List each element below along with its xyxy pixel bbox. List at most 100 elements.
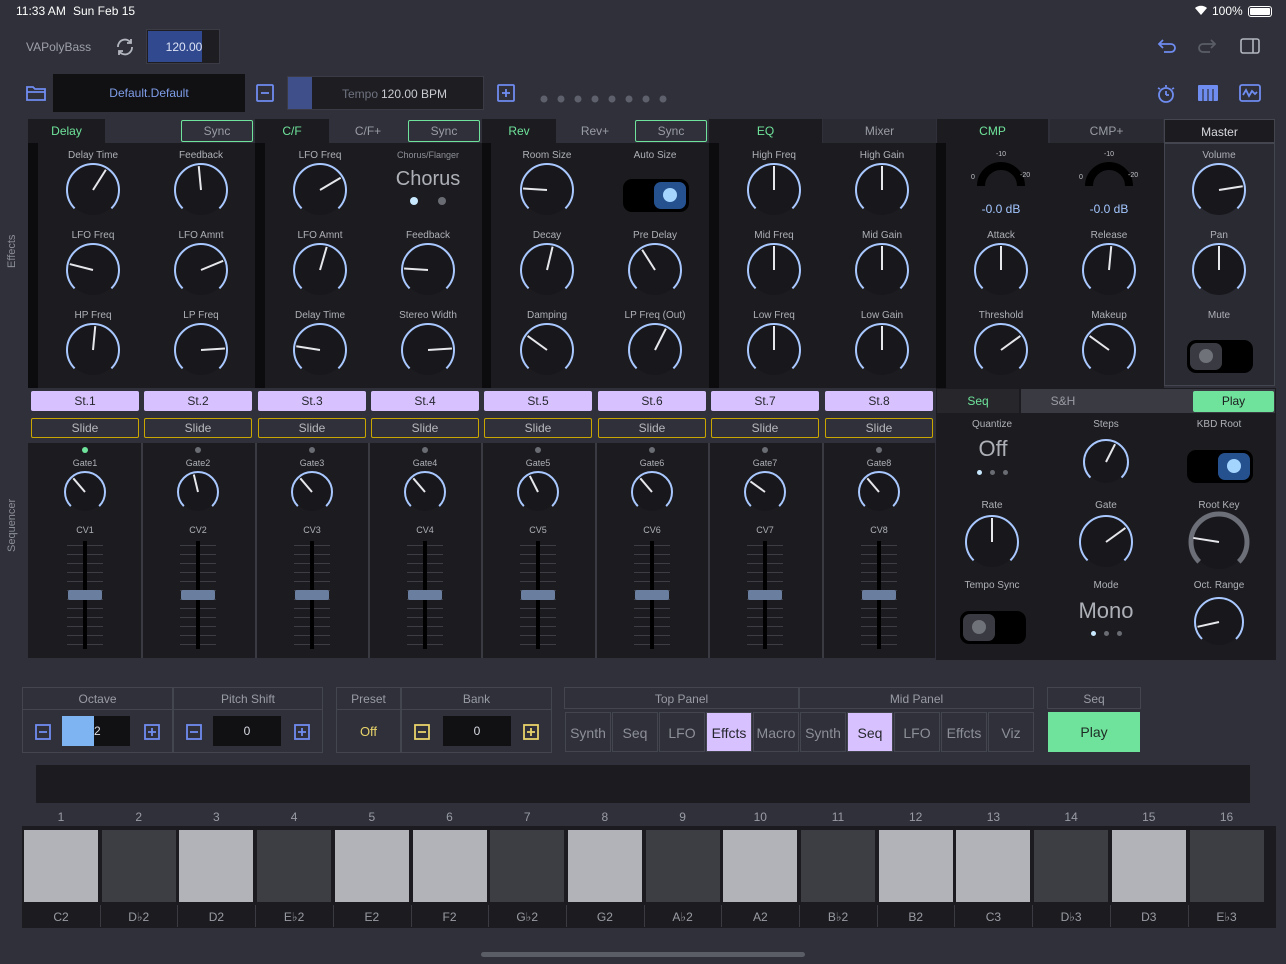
cv-fader-thumb[interactable] <box>521 590 555 600</box>
mid-gain-knob[interactable] <box>852 240 912 300</box>
seq-play-button[interactable]: Play <box>1193 391 1274 412</box>
folder-icon[interactable] <box>25 84 47 107</box>
pre-delay-knob[interactable] <box>625 240 685 300</box>
auto-size-toggle[interactable] <box>623 179 689 212</box>
quantize-dot-1[interactable] <box>977 470 982 475</box>
cv-fader-thumb[interactable] <box>635 590 669 600</box>
high-freq-knob[interactable] <box>744 160 804 220</box>
cv-fader-thumb[interactable] <box>748 590 782 600</box>
high-gain-knob[interactable] <box>852 160 912 220</box>
piano-key[interactable] <box>956 830 1031 902</box>
tempo-field[interactable]: 120.00 <box>146 29 220 64</box>
hp-freq-knob[interactable] <box>63 320 123 380</box>
piano-key[interactable] <box>101 830 176 902</box>
piano-key[interactable] <box>878 830 953 902</box>
mode-dot-3[interactable] <box>1117 631 1122 636</box>
volume-knob[interactable] <box>1189 160 1249 220</box>
piano-key[interactable] <box>801 830 875 902</box>
page-dot[interactable] <box>540 95 548 103</box>
slide-button-1[interactable]: Slide <box>31 418 139 438</box>
lp-freq-knob[interactable] <box>171 320 231 380</box>
cv-fader-thumb[interactable] <box>408 590 442 600</box>
page-dot[interactable] <box>574 95 582 103</box>
effect-tab-eq[interactable]: EQ <box>709 119 822 143</box>
gate-knob-7[interactable] <box>741 468 789 516</box>
slide-button-8[interactable]: Slide <box>825 418 933 438</box>
effect-tab-mixer[interactable]: Mixer <box>823 119 936 143</box>
step-button-8[interactable]: St.8 <box>825 391 933 411</box>
chorus-feedback-knob[interactable] <box>398 240 458 300</box>
top-panel-segment-seq[interactable]: Seq <box>612 712 658 752</box>
piano-key[interactable] <box>1189 830 1264 902</box>
feedback-knob[interactable] <box>171 160 231 220</box>
clock-icon[interactable] <box>1155 83 1177 110</box>
undo-icon[interactable] <box>1156 36 1176 61</box>
chorus-lfo-freq-knob[interactable] <box>290 160 350 220</box>
play-button[interactable]: Play <box>1048 712 1140 752</box>
step-button-3[interactable]: St.3 <box>258 391 366 411</box>
step-button-1[interactable]: St.1 <box>31 391 139 411</box>
preset-value[interactable]: Off <box>336 724 401 739</box>
mode-value[interactable]: Mono <box>1060 598 1152 624</box>
mid-panel-segment-effcts[interactable]: Effcts <box>941 712 987 752</box>
step-button-6[interactable]: St.6 <box>598 391 706 411</box>
tempo-decrement-button[interactable] <box>256 84 274 107</box>
tempo-increment-button[interactable] <box>497 84 515 107</box>
steps-knob[interactable] <box>1080 436 1132 488</box>
cv-fader-thumb[interactable] <box>68 590 102 600</box>
page-dot[interactable] <box>608 95 616 103</box>
threshold-knob[interactable] <box>971 320 1031 380</box>
step-button-2[interactable]: St.2 <box>144 391 252 411</box>
stereo-width-knob[interactable] <box>398 320 458 380</box>
chorus-lfo-amnt-knob[interactable] <box>290 240 350 300</box>
piano-key[interactable] <box>179 830 254 902</box>
patch-name-field[interactable]: Default.Default <box>53 74 245 112</box>
chorus-mode-dot-2[interactable] <box>438 197 446 205</box>
bank-decrement-button[interactable] <box>414 724 430 745</box>
effect-tab-rev[interactable]: Rev <box>482 119 556 143</box>
piano-key[interactable] <box>1034 830 1109 902</box>
rate-knob[interactable] <box>962 512 1022 572</box>
room-size-knob[interactable] <box>517 160 577 220</box>
makeup-knob[interactable] <box>1079 320 1139 380</box>
effect-tab-c-f-[interactable]: C/F+ <box>331 119 405 143</box>
cv-fader-thumb[interactable] <box>181 590 215 600</box>
bank-field[interactable]: 0 <box>443 716 511 746</box>
top-panel-segment-effcts[interactable]: Effcts <box>706 712 752 752</box>
effect-tab-sync[interactable]: Sync <box>635 120 707 142</box>
mute-toggle[interactable] <box>1187 340 1253 373</box>
step-button-5[interactable]: St.5 <box>484 391 592 411</box>
pan-knob[interactable] <box>1189 240 1249 300</box>
effect-tab-rev-[interactable]: Rev+ <box>558 119 632 143</box>
effect-tab-c-f[interactable]: C/F <box>255 119 329 143</box>
chorus-mode-dot-1[interactable] <box>410 197 418 205</box>
page-dot[interactable] <box>642 95 650 103</box>
slide-button-7[interactable]: Slide <box>711 418 819 438</box>
lfo-amnt-knob[interactable] <box>171 240 231 300</box>
mid-panel-segment-seq[interactable]: Seq <box>847 712 893 752</box>
effect-tab-sync[interactable]: Sync <box>181 120 253 142</box>
effect-tab-sync[interactable]: Sync <box>408 120 480 142</box>
low-freq-knob[interactable] <box>744 320 804 380</box>
step-button-7[interactable]: St.7 <box>711 391 819 411</box>
slide-button-4[interactable]: Slide <box>371 418 479 438</box>
delay-time-knob[interactable] <box>63 160 123 220</box>
piano-icon[interactable] <box>1197 84 1219 107</box>
effect-tab-delay[interactable]: Delay <box>28 119 105 143</box>
root-key-knob[interactable] <box>1187 510 1251 574</box>
cv-fader-thumb[interactable] <box>862 590 896 600</box>
piano-key[interactable] <box>334 830 409 902</box>
piano-key[interactable] <box>1111 830 1186 902</box>
gate-knob-6[interactable] <box>628 468 676 516</box>
gate-knob[interactable] <box>1076 512 1136 572</box>
slide-button-3[interactable]: Slide <box>258 418 366 438</box>
quantize-dot-3[interactable] <box>1003 470 1008 475</box>
lfo-freq-knob[interactable] <box>63 240 123 300</box>
top-panel-segment-synth[interactable]: Synth <box>565 712 611 752</box>
slide-button-6[interactable]: Slide <box>598 418 706 438</box>
page-dot[interactable] <box>557 95 565 103</box>
gate-knob-2[interactable] <box>174 468 222 516</box>
bank-increment-button[interactable] <box>523 724 539 745</box>
sidebar-toggle-icon[interactable] <box>1240 37 1260 60</box>
tab-seq[interactable]: Seq <box>937 389 1019 413</box>
